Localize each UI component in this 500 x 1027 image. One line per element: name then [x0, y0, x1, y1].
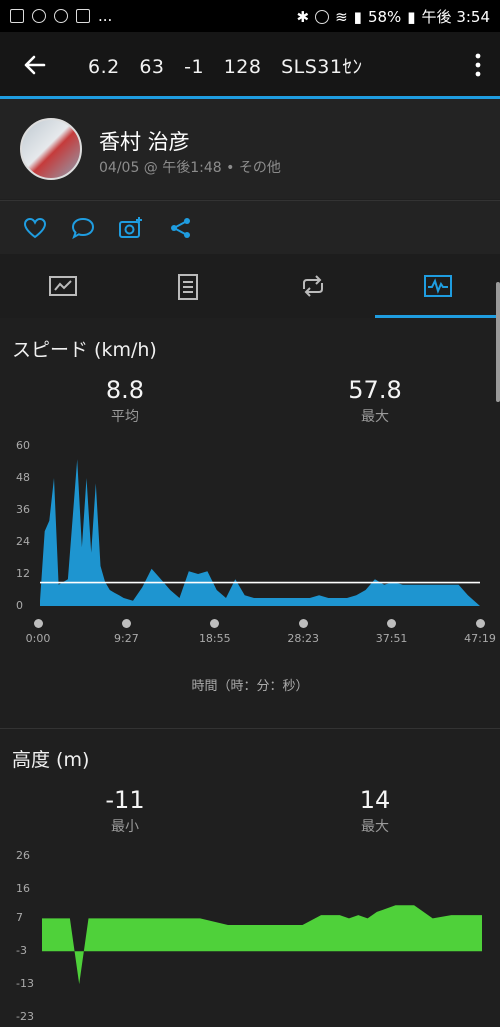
altitude-chart [42, 905, 482, 985]
altitude-area-series [42, 905, 482, 985]
